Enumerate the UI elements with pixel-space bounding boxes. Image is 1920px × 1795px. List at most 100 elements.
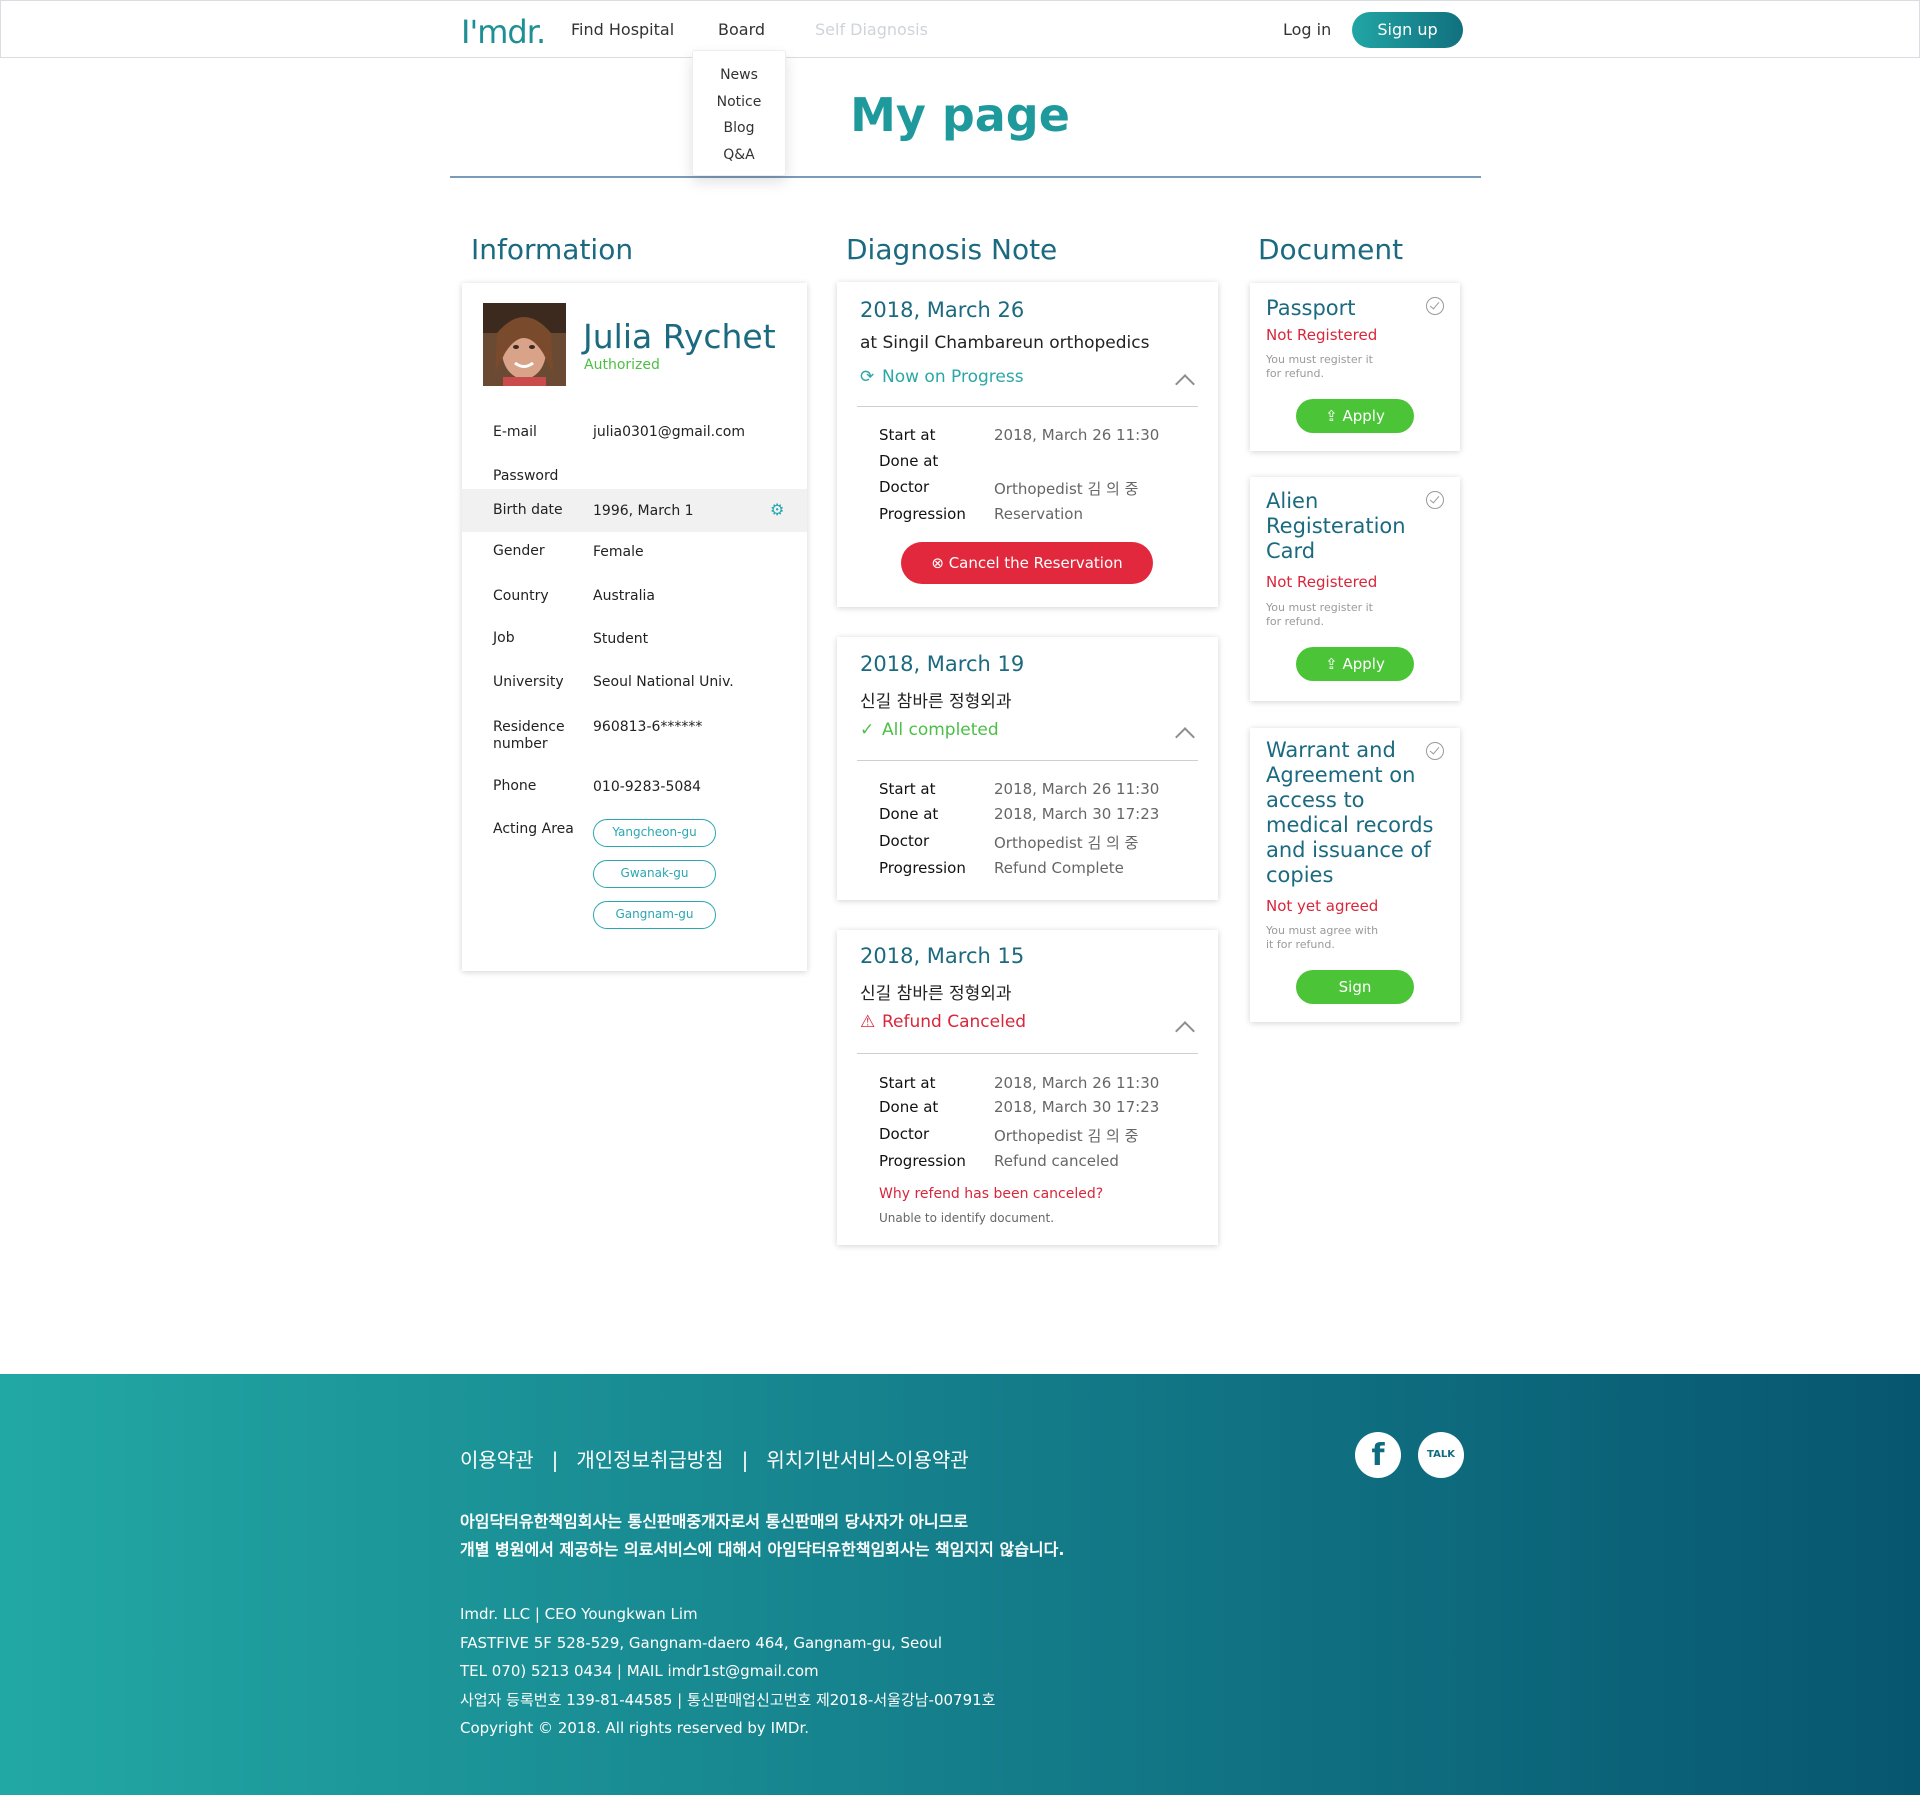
detail-value: Refund Complete xyxy=(994,859,1124,877)
avatar xyxy=(483,303,566,386)
info-row-phone: Phone 010-9283-5084 xyxy=(462,778,807,818)
cancel-reservation-button[interactable]: ⊗ Cancel the Reservation xyxy=(901,542,1153,584)
privacy-link[interactable]: 개인정보취급방침 xyxy=(576,1448,723,1472)
company-info-line: FASTFIVE 5F 528-529, Gangnam-daero 464, … xyxy=(460,1633,943,1652)
document-title: Warrant and Agreement on access to medic… xyxy=(1266,738,1434,887)
facebook-icon[interactable]: f xyxy=(1355,1432,1401,1478)
area-tag-gwanak[interactable]: Gwanak-gu xyxy=(593,860,716,888)
document-note: You must agree with it for refund. xyxy=(1266,924,1379,951)
detail-label: Doctor xyxy=(879,1125,930,1143)
board-dropdown-menu: News Notice Blog Q&A xyxy=(692,50,786,176)
document-status: Not yet agreed xyxy=(1266,897,1379,915)
footer-links: 이용약관 | 개인정보취급방침 | 위치기반서비스이용약관 xyxy=(460,1444,969,1473)
detail-value: Refund canceled xyxy=(994,1152,1119,1170)
diagnosis-date: 2018, March 15 xyxy=(860,944,1025,968)
footer-disclaimer: 아임닥터유한책임회사는 통신판매중개자로서 통신판매의 당사자가 아니므로 개별… xyxy=(460,1508,1064,1564)
info-value: julia0301@gmail.com xyxy=(593,424,745,440)
footer: 이용약관 | 개인정보취급방침 | 위치기반서비스이용약관 f TALK 아임닥터유한책… xyxy=(0,1374,1920,1795)
login-link[interactable]: Log in xyxy=(1283,20,1331,39)
gear-icon[interactable]: ⚙ xyxy=(770,500,784,519)
section-heading-document: Document xyxy=(1258,233,1404,266)
detail-value: Reservation xyxy=(994,505,1083,523)
info-label: Birth date xyxy=(493,502,563,518)
diagnosis-date: 2018, March 19 xyxy=(860,652,1025,676)
status-text: Now on Progress xyxy=(882,367,1024,387)
check-circle-icon xyxy=(1426,297,1444,315)
location-terms-link[interactable]: 위치기반서비스이용약관 xyxy=(766,1448,968,1472)
detail-label: Done at xyxy=(879,452,939,470)
disclaimer-line: 아임닥터유한책임회사는 통신판매중개자로서 통신판매의 당사자가 아니므로 xyxy=(460,1512,969,1531)
detail-value: 2018, March 30 17:23 xyxy=(994,1098,1160,1116)
diagnosis-hospital: 신길 참바른 정형외과 xyxy=(860,984,1012,1004)
section-heading-diagnosis: Diagnosis Note xyxy=(846,233,1058,266)
close-circle-icon: ⊗ xyxy=(931,554,949,572)
detail-label: Doctor xyxy=(879,478,930,496)
nav-board[interactable]: Board xyxy=(718,20,765,39)
info-value: 960813-6****** xyxy=(593,719,703,735)
apply-button[interactable]: ⇪ Apply xyxy=(1296,399,1414,433)
document-title: Alien Registeration Card xyxy=(1266,489,1406,563)
detail-label: Start at xyxy=(879,780,936,798)
info-label: Gender xyxy=(493,543,545,559)
company-info-line: TEL 070) 5213 0434 | MAIL imdr1st@gmail.… xyxy=(460,1662,819,1680)
status-text: All completed xyxy=(882,720,999,740)
info-label: Phone xyxy=(493,778,537,794)
page-title: My page xyxy=(0,88,1920,142)
detail-label: Progression xyxy=(879,1152,966,1170)
terms-link[interactable]: 이용약관 xyxy=(460,1448,534,1472)
chevron-up-icon[interactable] xyxy=(1175,1021,1195,1041)
diagnosis-hospital: 신길 참바른 정형외과 xyxy=(860,692,1012,712)
detail-label: Start at xyxy=(879,426,936,444)
diagnosis-date: 2018, March 26 xyxy=(860,298,1025,322)
divider xyxy=(857,406,1198,407)
document-status: Not Registered xyxy=(1266,326,1378,344)
info-value: Student xyxy=(593,631,649,647)
refund-cancel-reason-title[interactable]: Why refend has been canceled? xyxy=(879,1186,1103,1202)
company-info-line: Imdr. LLC | CEO Youngkwan Lim xyxy=(460,1605,698,1623)
document-card-passport: Passport Not Registered You must registe… xyxy=(1250,283,1460,451)
menu-item-qa[interactable]: Q&A xyxy=(693,142,785,169)
detail-value: 2018, March 26 11:30 xyxy=(994,1074,1160,1092)
detail-label: Start at xyxy=(879,1074,936,1092)
detail-label: Done at xyxy=(879,1098,939,1116)
info-value: Australia xyxy=(593,588,655,604)
warning-icon: ⚠ xyxy=(860,1012,876,1032)
diagnosis-hospital: at Singil Chambareun orthopedics xyxy=(860,333,1150,353)
detail-value: 2018, March 30 17:23 xyxy=(994,805,1160,823)
chevron-up-icon[interactable] xyxy=(1175,727,1195,747)
upload-icon: ⇪ xyxy=(1325,655,1343,673)
diagnosis-card: 2018, March 26 at Singil Chambareun orth… xyxy=(837,282,1218,607)
signup-button[interactable]: Sign up xyxy=(1352,12,1463,48)
detail-value: Orthopedist 김 의 중 xyxy=(994,1127,1139,1145)
nav-find-hospital[interactable]: Find Hospital xyxy=(571,20,674,39)
chevron-up-icon[interactable] xyxy=(1175,374,1195,394)
info-label: E-mail xyxy=(493,424,537,440)
sign-button[interactable]: Sign xyxy=(1296,970,1414,1004)
kakaotalk-icon[interactable]: TALK xyxy=(1418,1432,1464,1478)
area-tag-yangcheon[interactable]: Yangcheon-gu xyxy=(593,819,716,847)
detail-label: Progression xyxy=(879,505,966,523)
info-row-birthdate[interactable]: Birth date 1996, March 1 ⚙ xyxy=(462,489,807,532)
menu-item-notice[interactable]: Notice xyxy=(693,89,785,116)
link-separator: | xyxy=(551,1448,559,1472)
check-circle-icon xyxy=(1426,742,1444,760)
nav-self-diagnosis[interactable]: Self Diagnosis xyxy=(815,20,928,39)
info-row-country: Country Australia xyxy=(462,588,807,628)
diagnosis-status: ⚠ Refund Canceled xyxy=(860,1012,1026,1032)
company-info-line: 사업자 등록번호 139-81-44585 | 통신판매업신고번호 제2018-… xyxy=(460,1690,996,1709)
diagnosis-card: 2018, March 19 신길 참바른 정형외과 ✓ All complete… xyxy=(837,637,1218,900)
document-note: You must register it for refund. xyxy=(1266,601,1373,628)
area-tag-gangnam[interactable]: Gangnam-gu xyxy=(593,901,716,929)
imdr-logo[interactable]: I'mdr. xyxy=(461,13,546,51)
menu-item-blog[interactable]: Blog xyxy=(693,115,785,142)
cancel-label: Cancel the Reservation xyxy=(948,554,1123,572)
diagnosis-status: ✓ All completed xyxy=(860,720,999,740)
document-title: Passport xyxy=(1266,296,1356,320)
check-circle-icon: ✓ xyxy=(860,720,875,740)
apply-button[interactable]: ⇪ Apply xyxy=(1296,647,1414,681)
link-separator: | xyxy=(741,1448,749,1472)
detail-value: 2018, March 26 11:30 xyxy=(994,426,1160,444)
menu-item-news[interactable]: News xyxy=(693,62,785,89)
apply-label: Apply xyxy=(1342,407,1385,425)
info-row-university: University Seoul National Univ. xyxy=(462,674,807,714)
